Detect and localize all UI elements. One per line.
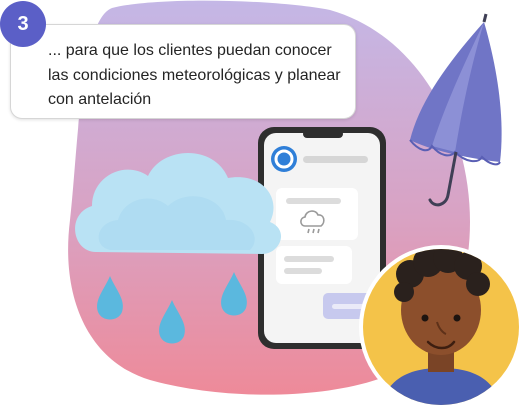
step-callout: ... para que los clientes puedan conocer… <box>10 24 356 119</box>
illustration-stage: ... para que los clientes puedan conocer… <box>0 0 531 410</box>
step-description: ... para que los clientes puedan conocer… <box>48 42 341 108</box>
step-number-badge: 3 <box>0 1 46 47</box>
